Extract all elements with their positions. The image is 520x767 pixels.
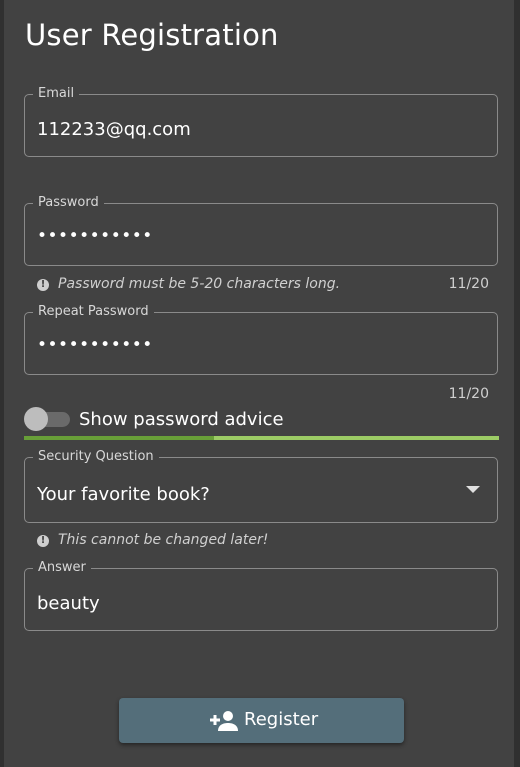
- repeat-password-counter: 11/20: [448, 386, 489, 402]
- answer-value[interactable]: beauty: [37, 593, 100, 614]
- security-question-value[interactable]: Your favorite book?: [37, 484, 210, 505]
- password-strength-bar: [24, 436, 499, 440]
- security-question-select[interactable]: Security Question Your favorite book?: [24, 449, 498, 523]
- alert-circle-icon: !: [37, 535, 49, 547]
- security-question-hint-row: ! This cannot be changed later!: [37, 532, 489, 550]
- password-value[interactable]: •••••••••••: [37, 226, 153, 246]
- repeat-password-field[interactable]: Repeat Password •••••••••••: [24, 304, 498, 375]
- password-field[interactable]: Password •••••••••••: [24, 195, 498, 266]
- email-label: Email: [33, 86, 80, 101]
- answer-field[interactable]: Answer beauty: [24, 560, 498, 631]
- registration-card: User Registration Email 112233@qq.com Pa…: [4, 0, 514, 767]
- password-counter: 11/20: [448, 276, 489, 292]
- show-advice-toggle-thumb[interactable]: [24, 407, 48, 431]
- repeat-password-value[interactable]: •••••••••••: [37, 335, 153, 355]
- password-hint-row: ! Password must be 5-20 characters long.…: [37, 276, 489, 294]
- page-title: User Registration: [25, 18, 279, 52]
- show-advice-label[interactable]: Show password advice: [79, 409, 284, 430]
- repeat-password-label: Repeat Password: [33, 304, 154, 319]
- security-question-hint: This cannot be changed later!: [58, 532, 269, 548]
- register-label: Register: [244, 709, 319, 730]
- alert-circle-icon: !: [37, 279, 49, 291]
- email-value[interactable]: 112233@qq.com: [37, 119, 191, 140]
- dropdown-arrow-icon[interactable]: [466, 486, 480, 493]
- repeat-password-hint-row: 11/20: [37, 386, 489, 404]
- password-hint: Password must be 5-20 characters long.: [58, 276, 341, 292]
- person-add-icon: [209, 710, 239, 736]
- password-label: Password: [33, 195, 104, 210]
- answer-label: Answer: [33, 560, 91, 575]
- security-question-label: Security Question: [33, 449, 159, 464]
- register-button[interactable]: Register: [119, 698, 404, 743]
- password-strength-fill: [24, 436, 214, 440]
- email-field[interactable]: Email 112233@qq.com: [24, 86, 498, 157]
